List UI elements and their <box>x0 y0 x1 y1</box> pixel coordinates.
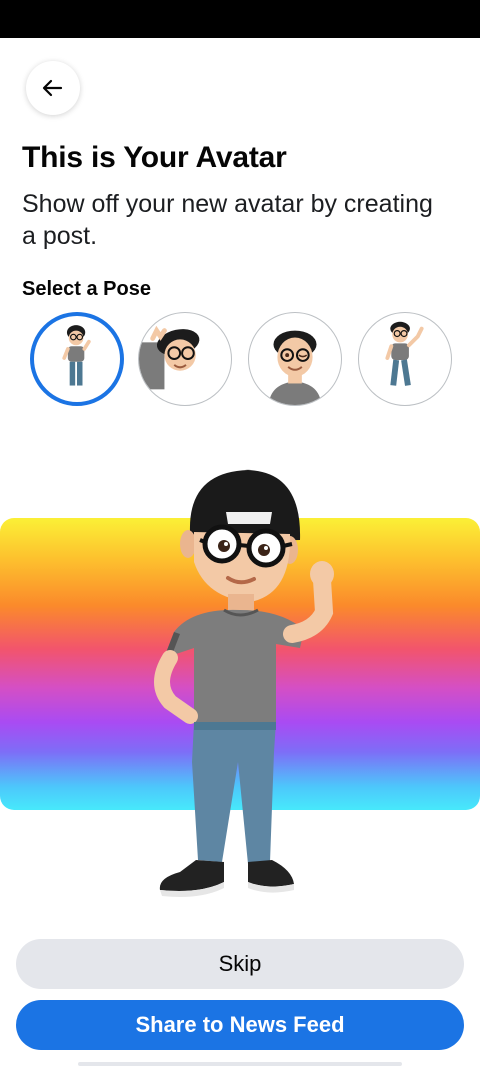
page-subtitle: Show off your new avatar by creating a p… <box>22 190 433 250</box>
pose-option-1[interactable] <box>30 312 124 406</box>
avatar-pose-wave-icon <box>385 321 424 386</box>
avatar-pose-wink-icon <box>268 330 322 405</box>
share-to-news-feed-button[interactable]: Share to News Feed <box>16 1000 464 1050</box>
pose-selector <box>30 312 460 406</box>
home-indicator <box>78 1062 402 1066</box>
status-bar <box>0 0 480 38</box>
pose-option-4[interactable] <box>358 312 452 406</box>
skip-button[interactable]: Skip <box>16 939 464 989</box>
avatar-illustration <box>154 469 334 897</box>
arrow-left-icon <box>42 79 63 97</box>
avatar-pose-full-body-icon <box>62 325 91 386</box>
avatar-pose-peeking-icon <box>139 325 200 390</box>
pose-section-label: Select a Pose <box>22 278 151 300</box>
avatar-preview <box>0 462 480 912</box>
pose-option-2[interactable] <box>138 312 232 406</box>
page-title: This is Your Avatar <box>22 141 287 174</box>
back-button[interactable] <box>26 61 80 115</box>
pose-option-3[interactable] <box>248 312 342 406</box>
